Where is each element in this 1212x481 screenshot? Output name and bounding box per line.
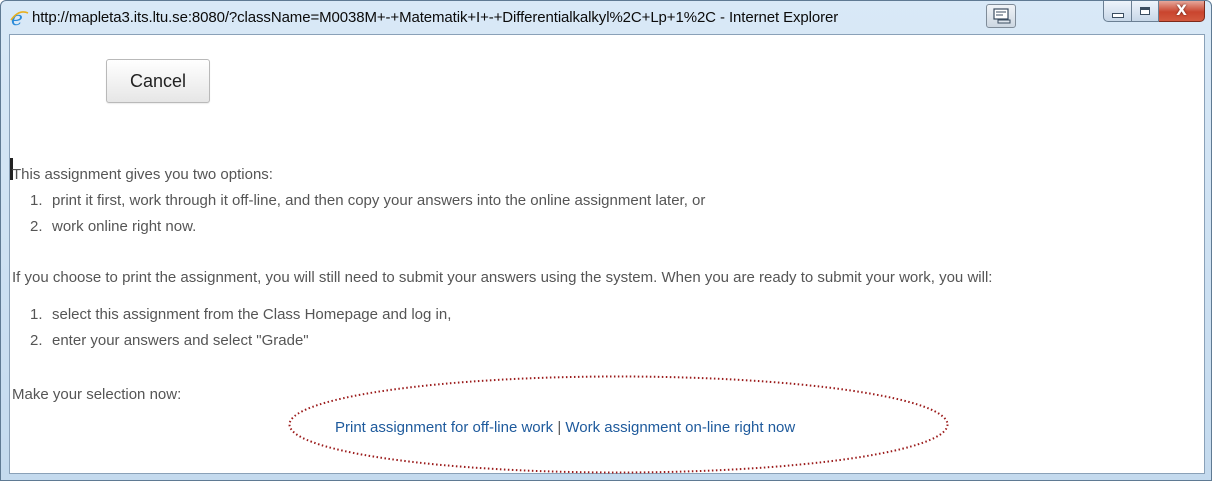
window-controls: X [1103,1,1205,23]
list-item: 2. enter your answers and select "Grade" [30,332,451,358]
list-number: 2. [30,332,43,349]
options-list: 1. print it first, work through it off-li… [30,192,705,244]
list-item: 1. select this assignment from the Class … [30,306,451,332]
close-icon: X [1176,3,1187,19]
minimize-icon [1111,12,1124,18]
list-item: 1. print it first, work through it off-li… [30,192,705,218]
title-bar[interactable]: e http://mapleta3.its.ltu.se:8080/?class… [1,1,1211,34]
maximize-icon [1140,7,1150,15]
list-number: 1. [30,192,43,209]
page-content: Cancel This assignment gives you two opt… [9,34,1205,474]
list-number: 2. [30,218,43,235]
list-item-text: enter your answers and select "Grade" [52,332,309,349]
list-number: 1. [30,306,43,323]
list-item-text: work online right now. [52,218,197,235]
list-item: 2. work online right now. [30,218,705,244]
list-item-text: print it first, work through it off-line… [52,192,706,209]
close-button[interactable]: X [1159,1,1205,22]
annotation-ellipse [288,375,949,474]
maximize-button[interactable] [1132,1,1159,22]
cancel-button[interactable]: Cancel [106,59,210,103]
list-item-text: select this assignment from the Class Ho… [52,306,452,323]
window-title: http://mapleta3.its.ltu.se:8080/?classNa… [32,9,839,26]
steps-list: 1. select this assignment from the Class … [30,306,451,358]
ie-logo-icon: e [10,8,29,28]
make-selection-text: Make your selection now: [12,386,182,403]
compatibility-view-icon[interactable] [986,4,1016,28]
print-note-text: If you choose to print the assignment, y… [12,269,993,286]
minimize-button[interactable] [1103,1,1132,22]
intro-text: This assignment gives you two options: [12,166,273,183]
browser-window: e http://mapleta3.its.ltu.se:8080/?class… [0,0,1212,481]
